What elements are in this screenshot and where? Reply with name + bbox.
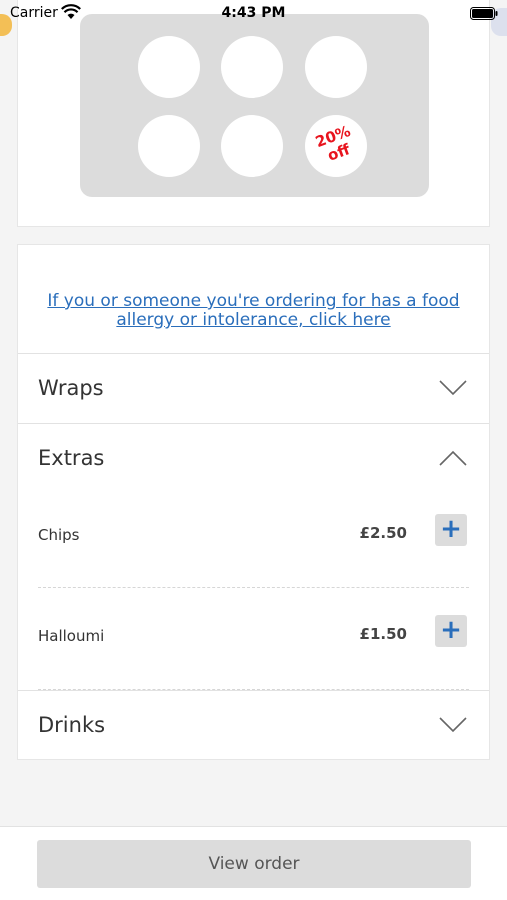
section-header-extras[interactable]: Extras [18, 424, 489, 493]
allergy-info-link[interactable]: If you or someone you're ordering for ha… [18, 292, 489, 330]
section-title: Extras [38, 446, 105, 470]
discount-stamp: 20% off [305, 115, 367, 177]
status-time: 4:43 PM [221, 5, 286, 21]
chevron-up-icon [439, 450, 467, 470]
bottom-bar: View order [0, 826, 507, 900]
chevron-down-icon [439, 717, 467, 737]
view-order-button[interactable]: View order [37, 840, 471, 888]
add-chips-button[interactable]: + [435, 514, 467, 546]
item-name: Halloumi [38, 627, 105, 645]
item-separator [38, 587, 469, 588]
chevron-down-icon [439, 380, 467, 400]
discount-text: 20% off [301, 118, 371, 171]
battery-icon [470, 7, 498, 24]
add-halloumi-button[interactable]: + [435, 615, 467, 647]
loyalty-stamp [305, 36, 367, 98]
section-header-drinks[interactable]: Drinks [18, 691, 489, 760]
section-header-wraps[interactable]: Wraps [18, 354, 489, 423]
stamp-panel: 20% off [80, 14, 429, 197]
loyalty-stamp [221, 115, 283, 177]
loyalty-stamp [138, 115, 200, 177]
section-title: Wraps [38, 376, 104, 400]
status-bar: Carrier 4:43 PM [0, 0, 507, 28]
loyalty-stamp [221, 36, 283, 98]
loyalty-stamp [138, 36, 200, 98]
menu-card: If you or someone you're ordering for ha… [17, 244, 490, 760]
menu-item-halloumi: Halloumi £1.50 + [18, 607, 489, 667]
loyalty-card: 20% off [17, 0, 490, 227]
item-name: Chips [38, 526, 80, 544]
menu-item-chips: Chips £2.50 + [18, 506, 489, 566]
item-price: £2.50 [359, 524, 407, 542]
item-price: £1.50 [359, 625, 407, 643]
section-title: Drinks [38, 713, 106, 737]
